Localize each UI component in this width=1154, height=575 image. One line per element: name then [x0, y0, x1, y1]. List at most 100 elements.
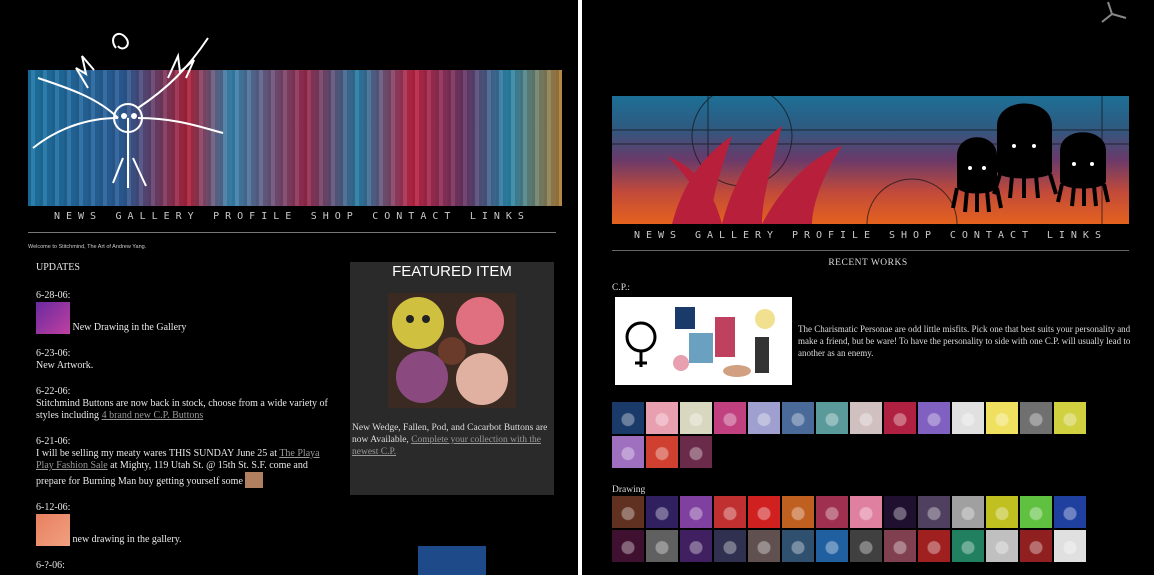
drawing-thumbnail[interactable]: [36, 302, 70, 334]
update-date: 6-23-06:: [36, 348, 71, 359]
artwork-thumbnail[interactable]: [782, 402, 814, 434]
artwork-thumbnail[interactable]: [1054, 530, 1086, 562]
nav-contact[interactable]: CONTACT: [950, 230, 1034, 241]
artwork-thumbnail[interactable]: [680, 436, 712, 468]
artwork-thumbnail[interactable]: [1020, 530, 1052, 562]
artwork-thumbnail[interactable]: [884, 496, 916, 528]
cp-thumbnail-grid: [612, 402, 1086, 468]
artwork-thumbnail[interactable]: [714, 402, 746, 434]
artwork-thumbnail[interactable]: [612, 436, 644, 468]
artwork-thumbnail[interactable]: [1020, 402, 1052, 434]
cp-section-label: C.P.:: [612, 283, 630, 293]
artwork-thumbnail[interactable]: [748, 402, 780, 434]
artwork-thumbnail[interactable]: [952, 402, 984, 434]
main-nav: NEWS GALLERY PROFILE SHOP CONTACT LINKS: [28, 211, 556, 222]
artwork-thumbnail[interactable]: [986, 496, 1018, 528]
artwork-thumbnail[interactable]: [918, 402, 950, 434]
robot-thumbnail[interactable]: [418, 546, 486, 575]
artwork-thumbnail[interactable]: [646, 436, 678, 468]
featured-title: FEATURED ITEM: [392, 263, 512, 280]
artwork-thumbnail[interactable]: [646, 530, 678, 562]
update-text: New Artwork.: [36, 360, 94, 371]
artwork-thumbnail[interactable]: [714, 530, 746, 562]
featured-item-box: FEATURED ITEM New Wedge, Fallen, Pod, an…: [350, 262, 554, 495]
updates-column: UPDATES 6-28-06: New Drawing in the Gall…: [36, 262, 336, 575]
artwork-thumbnail[interactable]: [646, 402, 678, 434]
update-date: 6-12-06:: [36, 502, 71, 513]
update-entry: 6-28-06: New Drawing in the Gallery: [36, 290, 336, 334]
artwork-thumbnail[interactable]: [612, 402, 644, 434]
artwork-thumbnail[interactable]: [748, 496, 780, 528]
artwork-thumbnail[interactable]: [918, 530, 950, 562]
left-website-screenshot: NEWS GALLERY PROFILE SHOP CONTACT LINKS …: [0, 0, 578, 575]
nav-shop[interactable]: SHOP: [889, 230, 937, 241]
nav-profile[interactable]: PROFILE: [213, 211, 297, 222]
artwork-thumbnail[interactable]: [986, 530, 1018, 562]
drawing-thumbnail-grid: [612, 496, 1086, 562]
right-website-screenshot: NEWS GALLERY PROFILE SHOP CONTACT LINKS …: [582, 0, 1154, 575]
nav-contact[interactable]: CONTACT: [372, 211, 456, 222]
update-text: I will be selling my meaty wares THIS SU…: [36, 448, 277, 459]
artwork-thumbnail[interactable]: [986, 402, 1018, 434]
nav-divider: [28, 232, 556, 233]
artwork-thumbnail[interactable]: [646, 496, 678, 528]
artwork-thumbnail[interactable]: [952, 496, 984, 528]
artwork-thumbnail[interactable]: [816, 402, 848, 434]
buttons-link[interactable]: 4 brand new C.P. Buttons: [102, 410, 204, 421]
artwork-thumbnail[interactable]: [884, 530, 916, 562]
artwork-thumbnail[interactable]: [884, 402, 916, 434]
artwork-thumbnail[interactable]: [680, 530, 712, 562]
nav-profile[interactable]: PROFILE: [792, 230, 876, 241]
artwork-thumbnail[interactable]: [850, 496, 882, 528]
artwork-thumbnail[interactable]: [748, 530, 780, 562]
update-entry: 6-21-06: I will be selling my meaty ware…: [36, 436, 336, 488]
artwork-thumbnail[interactable]: [816, 496, 848, 528]
artwork-thumbnail[interactable]: [612, 496, 644, 528]
artwork-thumbnail[interactable]: [714, 496, 746, 528]
artwork-thumbnail[interactable]: [1054, 402, 1086, 434]
header-banner: [612, 96, 1129, 224]
update-text: new drawing in the gallery.: [72, 534, 182, 545]
updates-heading: UPDATES: [36, 262, 80, 273]
cp-characters-image[interactable]: [615, 297, 792, 385]
artwork-thumbnail[interactable]: [850, 530, 882, 562]
artwork-thumbnail[interactable]: [816, 530, 848, 562]
star-icon: [1101, 1, 1127, 23]
nav-news[interactable]: NEWS: [54, 211, 102, 222]
artwork-thumbnail[interactable]: [612, 530, 644, 562]
artwork-thumbnail[interactable]: [1020, 496, 1052, 528]
update-entry: 6-12-06: new drawing in the gallery.: [36, 502, 336, 546]
artwork-thumbnail[interactable]: [680, 402, 712, 434]
artwork-thumbnail[interactable]: [1054, 496, 1086, 528]
artwork-thumbnail[interactable]: [680, 496, 712, 528]
featured-description: New Wedge, Fallen, Pod, and Cacarbot But…: [352, 422, 550, 458]
artwork-thumbnail[interactable]: [918, 496, 950, 528]
nav-gallery[interactable]: GALLERY: [116, 211, 200, 222]
cp-description: The Charismatic Personae are odd little …: [798, 324, 1131, 358]
update-entry: 6-23-06: New Artwork.: [36, 348, 336, 372]
recent-works-heading: RECENT WORKS: [828, 258, 908, 268]
artwork-thumbnail[interactable]: [850, 402, 882, 434]
nav-divider: [612, 250, 1129, 251]
artwork-thumbnail[interactable]: [782, 530, 814, 562]
update-date: 6-21-06:: [36, 436, 71, 447]
drawing-section-label: Drawing: [612, 485, 646, 495]
creature-illustration: [32, 32, 224, 188]
welcome-text: Welcome to Stitchmind, The Art of Andrew…: [28, 244, 147, 250]
update-entry: 6-22-06: Stitchmind Buttons are now back…: [36, 386, 336, 422]
featured-buttons-photo[interactable]: [388, 293, 516, 408]
drawing-thumbnail[interactable]: [36, 514, 70, 546]
artwork-thumbnail[interactable]: [952, 530, 984, 562]
nav-links[interactable]: LINKS: [470, 211, 530, 222]
update-date: 6-?-06:: [36, 560, 65, 571]
button-thumbnail[interactable]: [245, 472, 264, 488]
nav-links[interactable]: LINKS: [1047, 230, 1107, 241]
update-text: New Drawing in the Gallery: [72, 322, 187, 333]
nav-shop[interactable]: SHOP: [311, 211, 359, 222]
artwork-thumbnail[interactable]: [782, 496, 814, 528]
update-date: 6-28-06:: [36, 290, 71, 301]
nav-news[interactable]: NEWS: [634, 230, 682, 241]
update-entry: 6-?-06:: [36, 560, 336, 572]
nav-gallery[interactable]: GALLERY: [695, 230, 779, 241]
update-date: 6-22-06:: [36, 386, 71, 397]
